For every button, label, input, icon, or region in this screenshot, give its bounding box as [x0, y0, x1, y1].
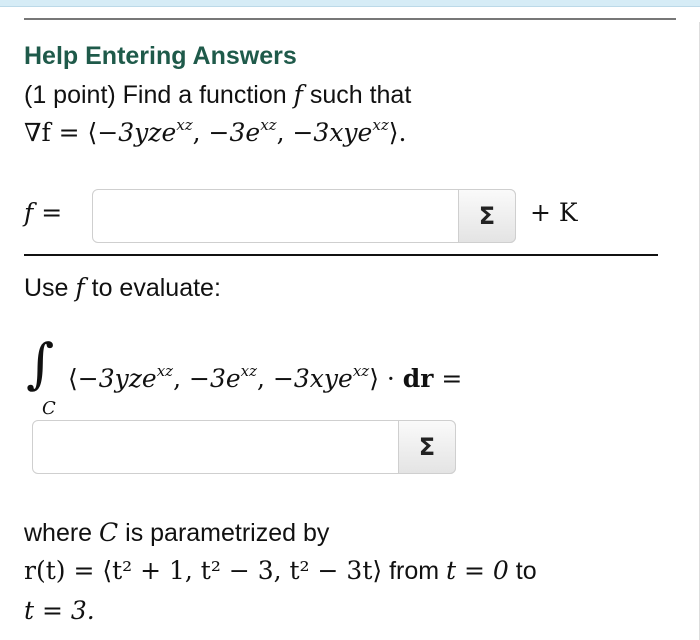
prompt-f-symbol: f: [293, 80, 303, 109]
use-f-symbol: f: [75, 273, 85, 302]
curve-c-symbol: C: [99, 518, 119, 547]
integrand-close: ⟩ ·: [369, 364, 403, 393]
gradient-sep2: ,: [276, 118, 293, 147]
use-f-to-evaluate: Use f to evaluate:: [24, 273, 221, 303]
prompt-such-that: such that: [309, 81, 412, 109]
integrand-dr: dr: [402, 364, 434, 393]
integral-subscript-c: C: [42, 398, 56, 419]
to-text: to: [515, 557, 537, 585]
sigma-equation-editor-button[interactable]: Σ: [458, 189, 516, 243]
gradient-comp2: −3e: [208, 118, 261, 147]
parametrization-line: r(t) = ⟨t² + 1, t² − 3, t² − 3t⟩ from t …: [24, 556, 537, 586]
parametrized-by-text: is parametrized by: [125, 519, 330, 547]
gradient-lhs: ∇f = ⟨: [24, 118, 98, 147]
top-divider: [24, 18, 676, 20]
gradient-exp2: xz: [260, 116, 277, 134]
gradient-exp3: xz: [372, 116, 389, 134]
gradient-close: ⟩.: [388, 118, 407, 147]
integrand-exp1: xz: [156, 362, 174, 380]
parametrization-formula: r(t) = ⟨t² + 1, t² − 3, t² − 3t⟩: [24, 556, 383, 585]
integrand-comp2: −3e: [189, 364, 241, 393]
f-equals-label: f =: [24, 198, 63, 227]
sigma-equation-editor-button-2[interactable]: Σ: [398, 420, 456, 474]
answer-integral-input[interactable]: [33, 421, 393, 473]
prompt-text: (1 point) Find a function: [24, 81, 287, 109]
line-integral-expression: ⟨−3yzexz, −3exz, −3xyexz⟩ · dr =: [68, 362, 463, 394]
integrand-sep1: ,: [173, 364, 189, 393]
where-c-parametrized: where C is parametrized by: [24, 518, 329, 548]
t-end: t = 3.: [24, 596, 95, 625]
integral-sign: ∫: [26, 332, 55, 395]
t-start: t = 0: [446, 556, 509, 585]
gradient-comp1: −3yze: [97, 118, 177, 147]
gradient-exp1: xz: [176, 116, 193, 134]
integrand-comp3: −3xye: [272, 364, 353, 393]
section-divider: [24, 254, 658, 256]
integrand-comp1: −3yze: [77, 364, 157, 393]
answer-f-field[interactable]: Σ: [92, 189, 516, 243]
top-strip: [0, 0, 700, 7]
integrand-open: ⟨: [68, 364, 78, 393]
gradient-sep1: ,: [192, 118, 209, 147]
problem-prompt: (1 point) Find a function f such that: [24, 80, 411, 110]
where-text: where: [24, 519, 93, 547]
answer-f-input[interactable]: [93, 190, 453, 242]
to-evaluate-text: to evaluate:: [91, 274, 221, 302]
integrand-equals: =: [433, 364, 463, 393]
help-entering-answers-link[interactable]: Help Entering Answers: [24, 42, 297, 71]
use-text: Use: [24, 274, 69, 302]
from-text: from: [389, 557, 440, 585]
integrand-exp2: xz: [240, 362, 258, 380]
gradient-comp3: −3xye: [292, 118, 373, 147]
integrand-sep2: ,: [257, 364, 273, 393]
integrand-exp3: xz: [352, 362, 370, 380]
answer-integral-field[interactable]: Σ: [32, 420, 456, 474]
gradient-equation: ∇f = ⟨−3yzexz, −3exz, −3xyexz⟩.: [24, 116, 407, 148]
plus-constant-k: + K: [530, 198, 578, 227]
